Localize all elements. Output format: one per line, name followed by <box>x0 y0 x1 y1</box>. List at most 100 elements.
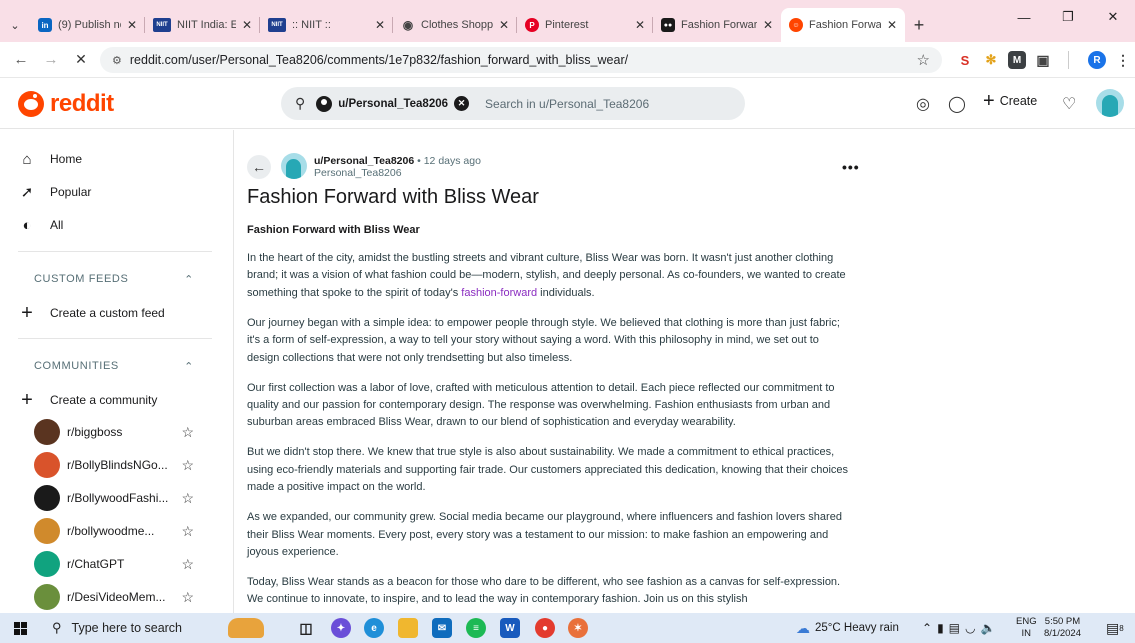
custom-feeds-header[interactable]: CUSTOM FEEDS ⌃ <box>34 273 194 286</box>
mail-icon[interactable]: ✉ <box>432 618 452 638</box>
chrome-icon[interactable]: ● <box>535 618 555 638</box>
battery-icon[interactable]: ▮ <box>937 621 949 635</box>
favorite-star-icon[interactable]: ☆ <box>181 424 194 441</box>
fashion-forward-link[interactable]: fashion-forward <box>461 287 537 299</box>
close-tab-icon[interactable]: ✕ <box>375 18 385 32</box>
site-info-icon[interactable]: ⚙ <box>112 54 122 67</box>
chevron-up-icon[interactable]: ⌃ <box>184 273 194 286</box>
sidebar-item-all[interactable]: ◐ All <box>18 216 214 234</box>
browser-tab-linkedin[interactable]: in (9) Publish new a ✕ <box>30 8 145 42</box>
system-tray-icons[interactable]: ⌃ ▮ ▤ ◡ 🔈 <box>922 613 1000 643</box>
news-widget-icon[interactable] <box>228 618 264 638</box>
close-tab-icon[interactable]: ✕ <box>887 18 897 32</box>
favorite-star-icon[interactable]: ☆ <box>181 523 194 540</box>
favorite-star-icon[interactable]: ☆ <box>181 556 194 573</box>
author-avatar[interactable] <box>281 153 307 179</box>
reddit-icon: ☺ <box>789 18 803 32</box>
close-tab-icon[interactable]: ✕ <box>499 18 509 32</box>
browser-tab-pinterest[interactable]: P Pinterest ✕ <box>517 8 653 42</box>
browser-tab-clothes-shopping[interactable]: ◉ Clothes Shoppin ✕ <box>393 8 517 42</box>
profile-avatar[interactable]: R <box>1088 51 1106 69</box>
create-custom-feed-link[interactable]: + Create a custom feed <box>18 302 214 324</box>
author-subname: Personal_Tea8206 <box>314 167 402 179</box>
copilot-icon[interactable]: ✦ <box>331 618 351 638</box>
close-tab-icon[interactable]: ✕ <box>763 18 773 32</box>
weather-widget[interactable]: ☁ 25°C Heavy rain <box>796 613 899 643</box>
windows-start-icon[interactable] <box>0 613 40 643</box>
browser-tab-fashion-forward-video[interactable]: ●● Fashion Forward ✕ <box>653 8 781 42</box>
back-button[interactable]: ← <box>247 155 271 179</box>
taskbar-search[interactable]: ⚲ Type here to search <box>40 613 228 643</box>
plus-icon: + <box>21 388 33 411</box>
favorite-star-icon[interactable]: ☆ <box>181 490 194 507</box>
tab-search-chevron-icon[interactable]: ⌄ <box>0 8 30 42</box>
new-tab-button[interactable]: + <box>905 8 933 42</box>
minimize-icon[interactable]: — <box>1002 0 1046 34</box>
browser-tab-fashion-forward-reddit[interactable]: ☺ Fashion Forward ✕ <box>781 8 905 42</box>
create-post-button[interactable]: + Create <box>983 91 1037 111</box>
community-item[interactable]: r/ChatGPT ☆ <box>34 551 194 577</box>
extension-s-icon[interactable]: S <box>956 51 974 69</box>
community-item[interactable]: r/biggboss ☆ <box>34 419 194 445</box>
browser-tab-niit[interactable]: NIIT :: NIIT :: ✕ <box>260 8 393 42</box>
extension-puzzle-color-icon[interactable]: ✻ <box>982 51 1000 69</box>
user-avatar[interactable] <box>1096 89 1124 117</box>
clock[interactable]: 5:50 PM 8/1/2024 <box>1044 616 1081 640</box>
create-community-link[interactable]: + Create a community <box>18 388 214 411</box>
chevron-up-icon[interactable]: ⌃ <box>184 360 194 373</box>
extension-m-icon[interactable]: M <box>1008 51 1026 69</box>
community-item[interactable]: r/BollywoodFashi... ☆ <box>34 485 194 511</box>
post-subheading: Fashion Forward with Bliss Wear <box>247 224 420 236</box>
stop-loading-icon[interactable]: ✕ <box>66 45 96 75</box>
close-tab-icon[interactable]: ✕ <box>127 18 137 32</box>
file-explorer-icon[interactable] <box>398 618 418 638</box>
bookmark-star-icon[interactable]: ☆ <box>917 51 930 69</box>
advertise-icon[interactable]: ◎ <box>916 94 930 114</box>
community-item[interactable]: r/bollywoodme... ☆ <box>34 518 194 544</box>
search-scope-chip[interactable]: u/Personal_Tea8206 ✕ <box>313 92 473 116</box>
close-tab-icon[interactable]: ✕ <box>242 18 252 32</box>
favorite-star-icon[interactable]: ☆ <box>181 457 194 474</box>
community-avatar <box>34 452 60 478</box>
left-sidebar: ⌂ Home ➚ Popular ◐ All CUSTOM FEEDS ⌃ + … <box>0 130 234 613</box>
favorite-star-icon[interactable]: ☆ <box>181 589 194 606</box>
clear-scope-icon[interactable]: ✕ <box>454 96 470 111</box>
spotify-icon[interactable]: ≡ <box>466 618 486 638</box>
sidebar-item-popular[interactable]: ➚ Popular <box>18 183 214 201</box>
word-icon[interactable]: W <box>500 618 520 638</box>
browser-tab-niit-india[interactable]: NIIT NIIT India: Explo ✕ <box>145 8 260 42</box>
community-item[interactable]: r/BollyBlindsNGo... ☆ <box>34 452 194 478</box>
post-paragraph: But we didn't stop there. We knew that t… <box>247 446 849 494</box>
back-arrow-icon[interactable]: ← <box>6 45 36 75</box>
chevron-up-icon[interactable]: ⌃ <box>922 621 937 635</box>
url-bar[interactable]: ⚙ reddit.com/user/Personal_Tea8206/comme… <box>100 47 942 73</box>
post-body: In the heart of the city, amidst the bus… <box>247 250 852 621</box>
network-icon[interactable]: ▤ <box>949 621 965 635</box>
url-text[interactable]: reddit.com/user/Personal_Tea8206/comment… <box>130 53 628 67</box>
author-link[interactable]: u/Personal_Tea8206 <box>314 155 414 167</box>
chat-icon[interactable]: ◯ <box>948 94 966 114</box>
volume-icon[interactable]: 🔈 <box>981 621 1001 635</box>
window-close-icon[interactable]: ✕ <box>1091 0 1135 34</box>
home-icon: ⌂ <box>22 150 32 168</box>
extensions-puzzle-icon[interactable]: ▣ <box>1034 51 1052 69</box>
community-item[interactable]: r/DesiVideoMem... ☆ <box>34 584 194 610</box>
task-view-icon[interactable]: ◫ <box>296 618 316 638</box>
more-options-icon[interactable]: ••• <box>842 159 860 175</box>
language-indicator[interactable]: ENG IN <box>1016 616 1037 640</box>
forward-arrow-icon[interactable]: → <box>36 45 66 75</box>
sidebar-item-home[interactable]: ⌂ Home <box>18 150 214 168</box>
wifi-icon[interactable]: ◡ <box>965 621 980 635</box>
restore-icon[interactable]: ❐ <box>1046 0 1090 34</box>
close-tab-icon[interactable]: ✕ <box>635 18 645 32</box>
search-input[interactable]: Search in u/Personal_Tea8206 <box>485 97 649 111</box>
reddit-logo[interactable]: reddit <box>18 90 114 118</box>
notifications-bell-icon[interactable]: ♡ <box>1062 94 1076 114</box>
browser-menu-icon[interactable]: ⋮ <box>1114 51 1132 69</box>
reddit-search-bar[interactable]: ⚲ u/Personal_Tea8206 ✕ Search in u/Perso… <box>281 87 745 120</box>
niit-icon: NIIT <box>268 18 286 32</box>
app-icon[interactable]: ✶ <box>568 618 588 638</box>
communities-header[interactable]: COMMUNITIES ⌃ <box>34 360 194 373</box>
edge-icon[interactable]: e <box>364 618 384 638</box>
notification-center-icon[interactable]: ▤ 8 <box>1106 613 1124 643</box>
